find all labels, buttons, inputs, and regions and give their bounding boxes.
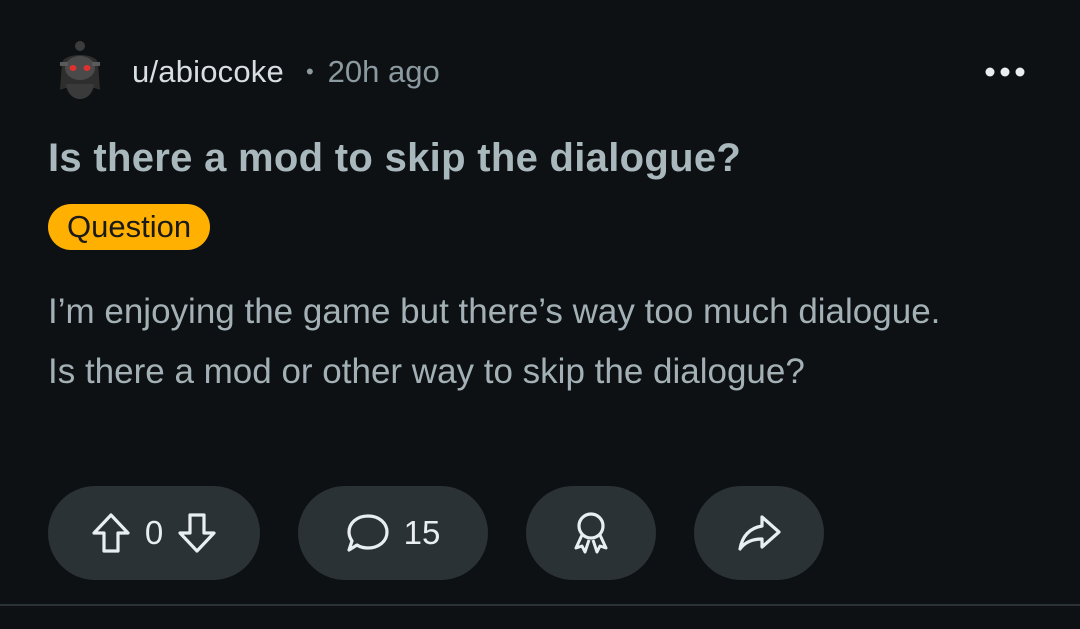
vote-control: 0 bbox=[48, 486, 260, 580]
upvote-arrow-icon bbox=[92, 513, 130, 553]
post-divider bbox=[0, 604, 1080, 606]
post-body: I’m enjoying the game but there’s way to… bbox=[48, 292, 941, 391]
comments-button[interactable]: 15 bbox=[298, 486, 488, 580]
meta-separator: • bbox=[305, 59, 314, 84]
post-author[interactable]: u/abiocoke bbox=[132, 54, 284, 90]
post-header: u/abiocoke • 20h ago bbox=[48, 38, 440, 106]
award-button[interactable] bbox=[526, 486, 656, 580]
award-icon bbox=[574, 512, 608, 554]
post-timestamp: 20h ago bbox=[327, 54, 440, 89]
user-avatar[interactable] bbox=[48, 40, 112, 104]
more-horizontal-icon bbox=[985, 67, 1025, 77]
post-flair-badge[interactable]: Question bbox=[48, 204, 211, 250]
share-arrow-icon bbox=[738, 515, 781, 551]
upvote-button[interactable] bbox=[91, 512, 131, 554]
downvote-button[interactable] bbox=[177, 512, 217, 554]
comment-count: 15 bbox=[403, 514, 441, 551]
downvote-arrow-icon bbox=[178, 513, 216, 553]
more-options-button[interactable] bbox=[982, 54, 1028, 90]
post-card[interactable]: u/abiocoke • 20h ago Is there a mod to s… bbox=[0, 0, 1080, 604]
post-title[interactable]: Is there a mod to skip the dialogue? bbox=[48, 136, 741, 181]
share-button[interactable] bbox=[694, 486, 824, 580]
comment-bubble-icon bbox=[347, 514, 389, 552]
vote-count: 0 bbox=[144, 514, 164, 551]
